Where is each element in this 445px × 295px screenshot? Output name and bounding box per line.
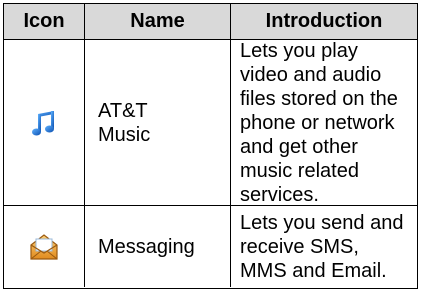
row-icon-cell: [4, 206, 85, 287]
app-name: Messaging: [98, 235, 195, 258]
table-row: Messaging Lets you send and receive SMS,…: [4, 206, 417, 287]
apps-table: Icon Name Introduction AT&T Music Lets y…: [3, 3, 418, 289]
app-name: AT&T Music: [98, 99, 151, 146]
header-cell-icon: Icon: [4, 4, 85, 39]
table-row: AT&T Music Lets you play video and audio…: [4, 40, 417, 206]
row-name-cell: AT&T Music: [85, 40, 231, 205]
row-introduction-cell: Lets you play video and audio files stor…: [231, 39, 417, 206]
app-introduction: Lets you play video and audio files stor…: [240, 39, 398, 206]
header-cell-introduction: Introduction: [231, 4, 417, 39]
row-introduction-cell: Lets you send and receive SMS, MMS and E…: [231, 206, 417, 287]
header-name-label: Name: [130, 10, 185, 32]
header-introduction-label: Introduction: [265, 10, 383, 32]
envelope-icon: [30, 233, 58, 260]
row-name-cell: Messaging: [85, 206, 231, 287]
table-header-row: Icon Name Introduction: [4, 4, 417, 40]
header-icon-label: Icon: [23, 10, 65, 32]
row-icon-cell: [4, 40, 85, 205]
music-note-icon: [32, 110, 54, 135]
app-introduction: Lets you send and receive SMS, MMS and E…: [240, 211, 404, 282]
header-cell-name: Name: [85, 4, 231, 39]
